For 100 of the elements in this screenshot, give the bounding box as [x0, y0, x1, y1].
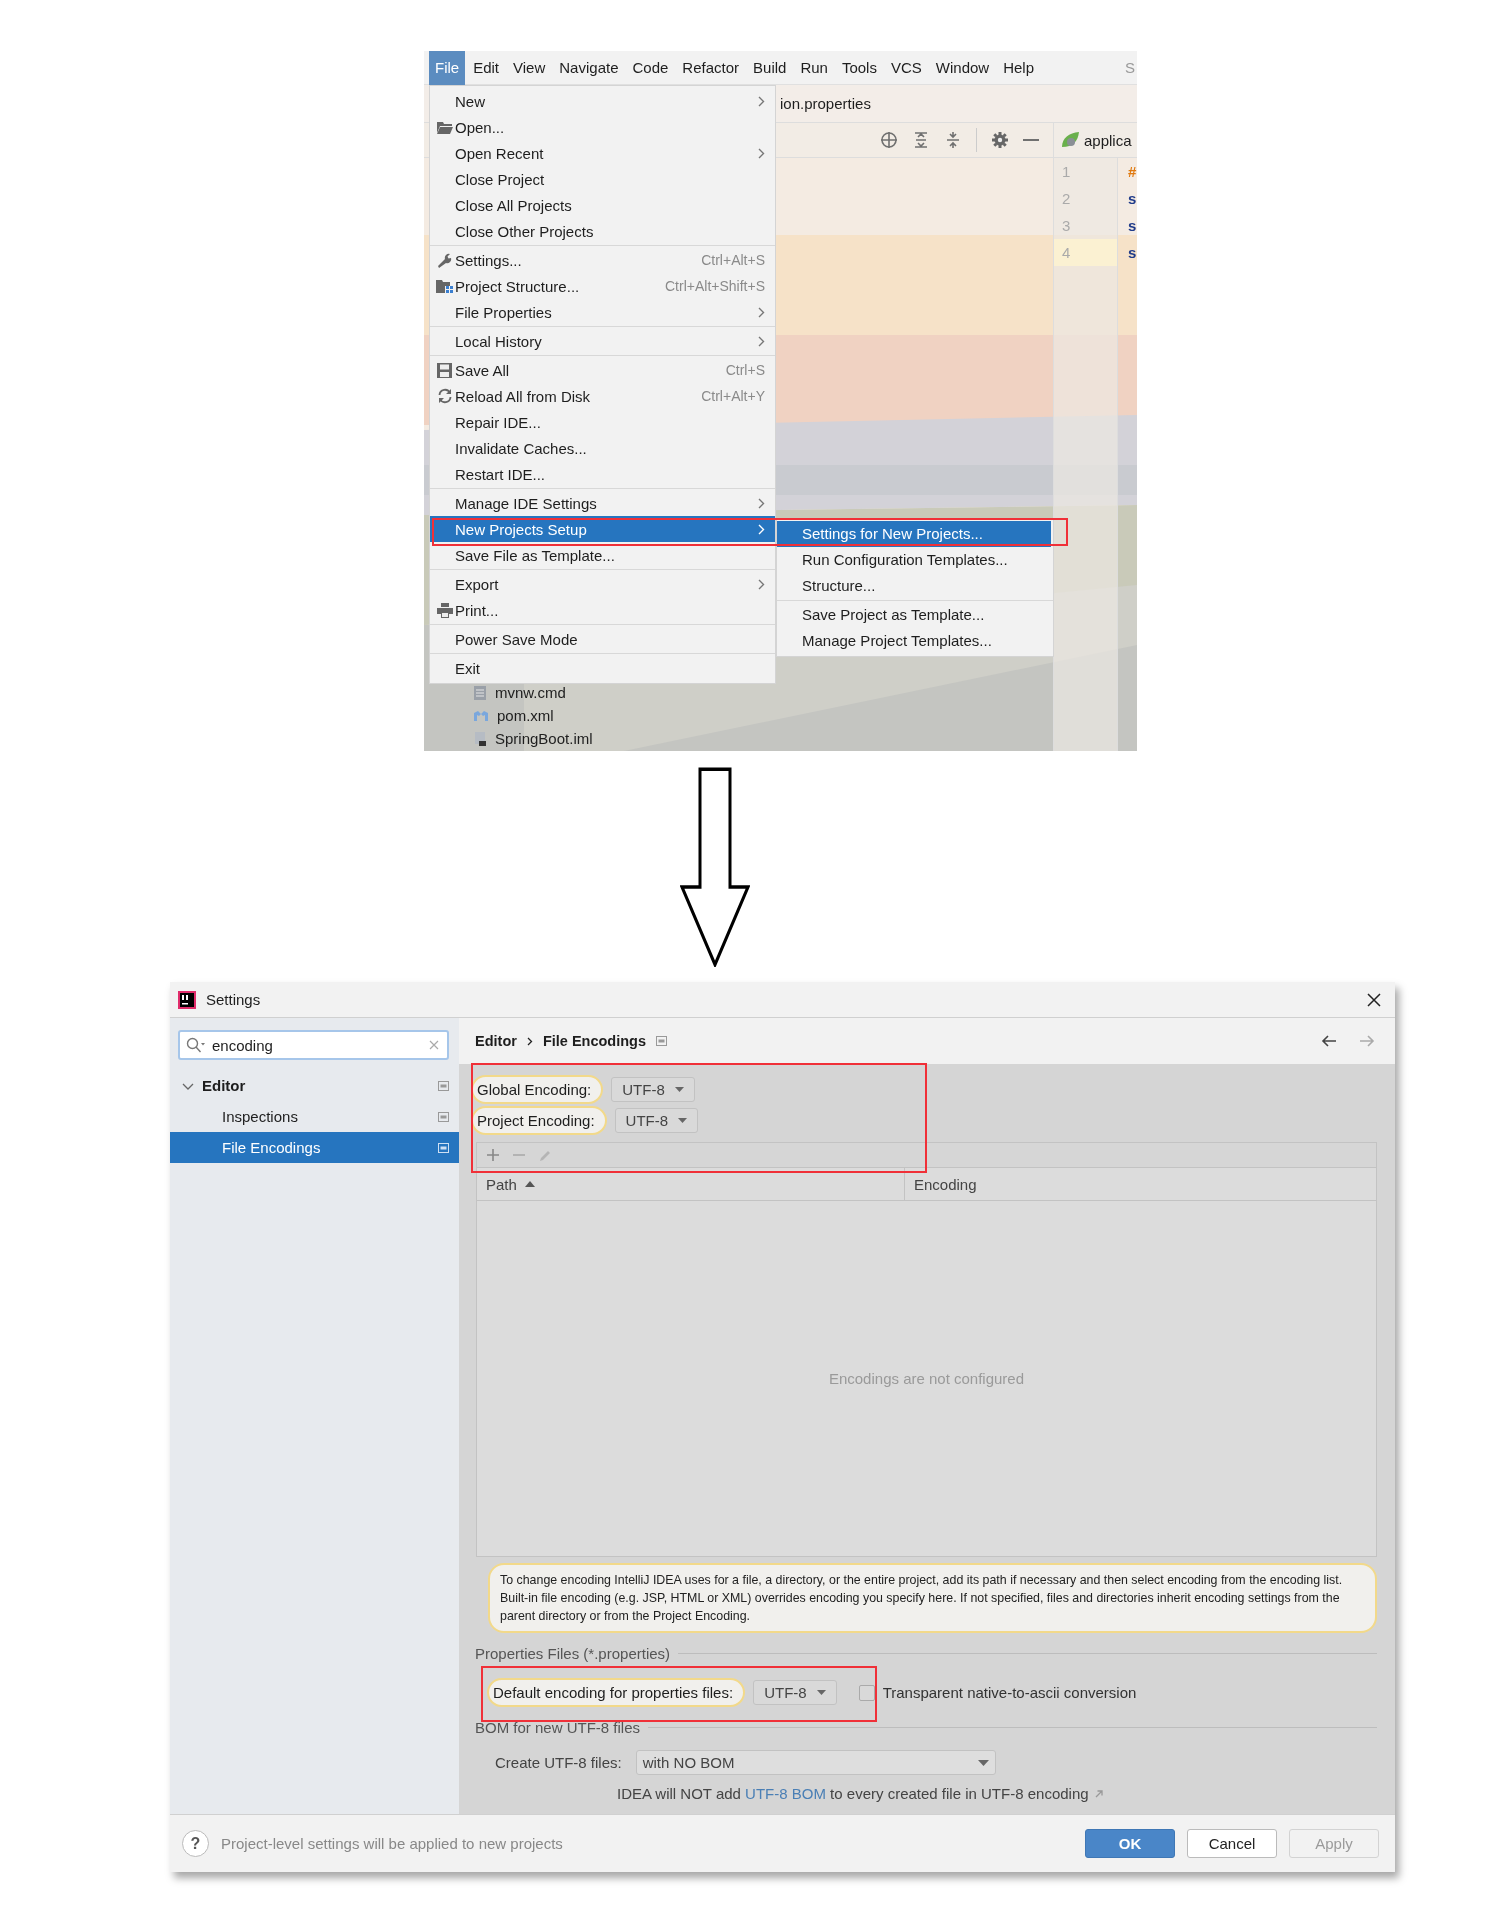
menu-bar-item[interactable]: Navigate	[553, 51, 625, 85]
menu-item[interactable]: Settings... Ctrl+Alt+S	[430, 247, 775, 273]
search-field[interactable]: encoding	[178, 1030, 449, 1060]
info-text: To change encoding IntelliJ IDEA uses for a file, a directory, or the entire project, add its path if necessary and then select encoding from the encoding list. Built-in file encoding (e.g. JSP, HTML or XML) overrides encoding you specify here. If not specified, files and directories inherit encoding settings from the parent directory or from the Project Encoding.	[488, 1563, 1377, 1633]
dialog-button[interactable]: Cancel	[1187, 1829, 1277, 1858]
dialog-button[interactable]: OK	[1085, 1829, 1175, 1858]
chevron-right-icon	[526, 1036, 533, 1046]
menu-bar-item[interactable]: Window	[929, 51, 996, 85]
folder-grid-icon	[436, 278, 453, 294]
editor-tab[interactable]: ion.properties	[780, 95, 871, 112]
column-header[interactable]: Path	[477, 1168, 905, 1200]
module-file-icon	[473, 730, 487, 747]
minimize-icon[interactable]	[1023, 138, 1039, 142]
menu-bar-item[interactable]: File	[429, 51, 466, 85]
menu-item[interactable]: Close Project	[430, 166, 775, 192]
menu-item[interactable]: Local History	[430, 328, 775, 354]
encoding-dropdown[interactable]: UTF-8	[753, 1680, 837, 1705]
menu-item[interactable]: Exit	[430, 655, 775, 681]
menu-item[interactable]: Open...	[430, 114, 775, 140]
code-text: s	[1128, 216, 1137, 236]
code-text: s	[1128, 243, 1137, 263]
folder-icon	[436, 120, 453, 134]
help-button[interactable]: ?	[182, 1830, 209, 1857]
panel-icon	[438, 1142, 449, 1153]
menu-bar-item[interactable]: Code	[626, 51, 675, 85]
menu-item[interactable]: Invalidate Caches...	[430, 435, 775, 461]
menu-item[interactable]: Close Other Projects	[430, 218, 775, 244]
menu-item[interactable]: New Projects Setup	[430, 516, 775, 542]
settings-icon[interactable]	[991, 131, 1009, 149]
crosshair-icon[interactable]	[880, 131, 898, 149]
menu-item[interactable]: Reload All from Disk Ctrl+Alt+Y	[430, 383, 775, 409]
note-text: IDEA will NOT add UTF-8 BOM to every created file in UTF-8 encoding	[617, 1785, 1089, 1802]
menu-item[interactable]: Run Configuration Templates...	[777, 547, 1053, 573]
menu-bar-item[interactable]: Refactor	[676, 51, 746, 85]
back-arrow-icon[interactable]	[1321, 1035, 1337, 1047]
encoding-label: Global Encoding:	[471, 1075, 604, 1104]
app-logo-icon	[178, 990, 196, 1009]
menu-item[interactable]: Close All Projects	[430, 192, 775, 218]
tree-label: File Encodings	[222, 1139, 321, 1156]
encoding-dropdown[interactable]: UTF-8	[611, 1077, 695, 1102]
sort-up-icon	[524, 1181, 535, 1187]
menu-bar-item[interactable]: Edit	[467, 51, 506, 85]
menu-item[interactable]: Restart IDE...	[430, 461, 775, 487]
reload-icon	[436, 388, 453, 404]
tree-item[interactable]: Inspections	[170, 1101, 459, 1132]
bom-dropdown[interactable]: with NO BOM	[635, 1750, 996, 1775]
save-icon	[437, 362, 452, 378]
file-name[interactable]: mvnw.cmd	[495, 684, 566, 701]
menu-bar-item[interactable]: Build	[747, 51, 793, 85]
tree-label: Editor	[202, 1077, 246, 1094]
file-name[interactable]: pom.xml	[497, 707, 554, 724]
line-number: 4	[1054, 239, 1117, 266]
footer-text: Project-level settings will be applied to new projects	[221, 1835, 563, 1852]
menu-bar-item[interactable]: Run	[794, 51, 834, 85]
down-arrow-icon	[680, 767, 750, 967]
expand-all-icon[interactable]	[912, 131, 930, 149]
add-icon[interactable]	[487, 1149, 499, 1161]
menu-item[interactable]: Print...	[430, 597, 775, 623]
column-header[interactable]: Encoding	[905, 1168, 977, 1200]
shortcut-text: Ctrl+S	[725, 362, 765, 378]
checkbox[interactable]	[858, 1684, 875, 1701]
breadcrumb-item[interactable]: Editor	[475, 1033, 517, 1049]
line-number: 1	[1061, 162, 1072, 182]
menu-item[interactable]: Save File as Template...	[430, 542, 775, 568]
panel-icon	[438, 1080, 449, 1091]
menu-item[interactable]: File Properties	[430, 299, 775, 325]
menu-item[interactable]: Repair IDE...	[430, 409, 775, 435]
file-name[interactable]: SpringBoot.iml	[495, 730, 593, 747]
menu-item[interactable]: Project Structure... Ctrl+Alt+Shift+S	[430, 273, 775, 299]
menu-item[interactable]: New	[430, 88, 775, 114]
encoding-dropdown[interactable]: UTF-8	[614, 1108, 699, 1133]
wrench-icon	[436, 252, 453, 268]
clear-icon[interactable]	[429, 1040, 439, 1050]
menu-item[interactable]: Power Save Mode	[430, 626, 775, 652]
menu-bar-item[interactable]: VCS	[884, 51, 928, 85]
menu-bar-item[interactable]: View	[507, 51, 552, 85]
tree-item[interactable]: Editor	[170, 1070, 459, 1101]
menu-item[interactable]: Export	[430, 571, 775, 597]
menu-item[interactable]: Save Project as Template...	[777, 602, 1053, 628]
shortcut-text: Ctrl+Alt+Shift+S	[665, 278, 765, 294]
menu-item[interactable]: Save All Ctrl+S	[430, 357, 775, 383]
window-title: Settings	[206, 991, 261, 1008]
caret-icon	[816, 1690, 826, 1695]
menu-item[interactable]: Structure...	[777, 573, 1053, 599]
menu-item[interactable]: Manage Project Templates...	[777, 628, 1053, 654]
menu-item[interactable]: Manage IDE Settings	[430, 490, 775, 516]
printer-icon	[436, 602, 453, 618]
menu-item[interactable]: Open Recent	[430, 140, 775, 166]
menu-bar-item[interactable]: Help	[997, 51, 1041, 85]
checkbox-label[interactable]: Transparent native-to-ascii conversion	[882, 1684, 1137, 1701]
section-title: Properties Files (*.properties)	[475, 1645, 671, 1662]
line-number: 2	[1061, 189, 1072, 209]
collapse-all-icon[interactable]	[944, 131, 962, 149]
tree-item[interactable]: File Encodings	[170, 1132, 459, 1163]
close-icon[interactable]	[1367, 992, 1381, 1007]
menu-bar-item[interactable]: Tools	[835, 51, 883, 85]
breadcrumb-item[interactable]: File Encodings	[542, 1033, 646, 1049]
code-text: #	[1128, 162, 1137, 182]
caret-icon	[977, 1759, 989, 1766]
menu-item[interactable]: Settings for New Projects...	[777, 521, 1051, 547]
